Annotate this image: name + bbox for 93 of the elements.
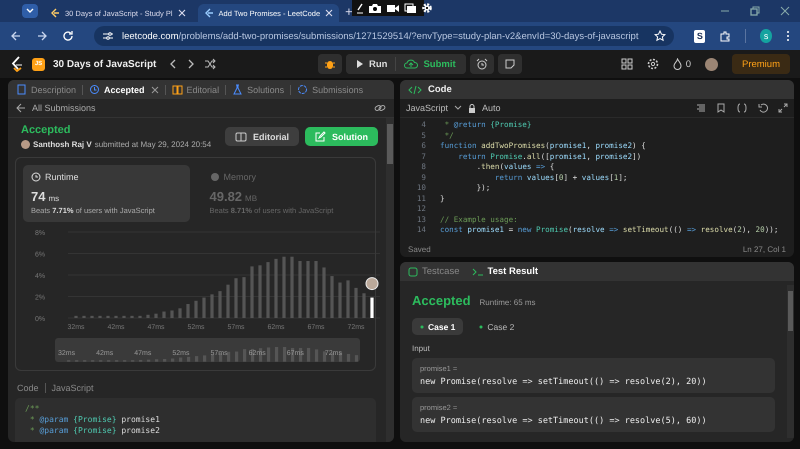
link-icon[interactable] — [374, 103, 386, 113]
pen-icon[interactable] — [356, 2, 364, 14]
language-label: JavaScript — [52, 383, 94, 393]
submission-status: Accepted — [21, 124, 72, 136]
star-icon[interactable] — [654, 30, 666, 42]
favicon-icon — [204, 8, 214, 18]
edit-icon — [315, 131, 326, 142]
dot-icon — [479, 324, 484, 328]
code-line: /** — [25, 403, 40, 414]
shuffle-icon[interactable] — [204, 58, 216, 70]
document-icon — [16, 84, 27, 95]
terminal-icon — [472, 266, 484, 276]
back-icon[interactable] — [10, 30, 22, 42]
input-value: new Promise(resolve => setTimeout(() => resolve(5), 60)) — [420, 416, 708, 426]
language-dropdown[interactable]: JavaScript — [406, 103, 448, 113]
alarm-clock-icon — [476, 58, 488, 70]
back-arrow-icon — [16, 103, 26, 113]
input-value: new Promise(resolve => setTimeout(() => resolve(2), 20)) — [420, 377, 708, 387]
tab-list-icon[interactable] — [22, 4, 38, 18]
panel-tab[interactable]: Submissions — [297, 84, 364, 95]
panel-tab[interactable]: Testcase — [408, 266, 460, 277]
extensions-icon[interactable] — [719, 30, 732, 42]
result-status: Accepted — [412, 293, 471, 308]
study-plan-title[interactable]: 30 Days of JavaScript — [53, 58, 156, 70]
address-bar[interactable]: leetcode.com/problems/add-two-promises/submissions/1271529514/?envType=study-plan-v2&envId=30-days-of-javascript — [94, 26, 674, 46]
scrollbar[interactable] — [787, 285, 794, 438]
braces-icon[interactable] — [736, 103, 748, 113]
site-settings-icon — [102, 31, 114, 41]
clock-icon — [89, 84, 100, 95]
code-line: * @param {Promise} promise1 — [28, 414, 161, 425]
premium-button[interactable]: Premium — [732, 54, 790, 74]
debug-button[interactable] — [318, 54, 342, 74]
code-line: * @param {Promise} promise2 — [28, 425, 161, 436]
close-icon[interactable] — [780, 6, 790, 16]
panel-tab[interactable]: Solutions — [232, 84, 284, 95]
streak-counter[interactable]: 0 — [672, 58, 691, 70]
history-icon — [297, 84, 308, 95]
runtime-text: Runtime: 65 ms — [480, 298, 536, 307]
input-label: Input — [412, 344, 431, 353]
lock-icon — [468, 104, 476, 112]
layout-grid-icon[interactable] — [620, 58, 633, 70]
notes-button[interactable] — [498, 54, 522, 74]
extension-button[interactable]: S — [694, 30, 706, 42]
panel-title: Code — [428, 84, 452, 95]
flask-icon — [232, 84, 244, 95]
leetcode-logo-icon[interactable] — [10, 56, 24, 72]
camera-icon[interactable] — [368, 2, 382, 14]
cursor-position: Ln 27, Col 1 — [742, 244, 786, 254]
panel-tab[interactable]: Accepted — [89, 84, 145, 95]
close-icon[interactable] — [150, 86, 159, 94]
code-heading: Code — [17, 383, 39, 393]
note-icon — [504, 58, 516, 70]
checkbox-icon — [408, 266, 418, 276]
undo-icon[interactable] — [758, 103, 768, 113]
author-name[interactable]: Santhosh Raj V — [33, 140, 92, 149]
new-tab-button[interactable]: + — [345, 4, 353, 18]
book-icon — [234, 132, 247, 142]
windows-icon[interactable] — [404, 2, 417, 14]
code-icon — [408, 84, 422, 94]
all-submissions-link[interactable]: All Submissions — [16, 103, 96, 113]
cloud-upload-icon — [404, 59, 418, 69]
mode-label: Auto — [482, 103, 501, 113]
format-icon[interactable] — [696, 103, 706, 113]
alarm-button[interactable] — [470, 54, 494, 74]
more-icon[interactable] — [786, 30, 790, 42]
author-avatar — [21, 140, 30, 149]
reload-icon[interactable] — [62, 30, 74, 42]
play-icon — [356, 59, 364, 69]
favicon-icon — [50, 8, 60, 18]
scrollbar[interactable] — [386, 118, 394, 442]
panel-tab[interactable]: Editorial — [172, 84, 220, 95]
streak-count: 0 — [686, 58, 691, 70]
user-avatar[interactable] — [704, 58, 718, 70]
chevron-down-icon — [454, 105, 462, 111]
panel-tab[interactable]: Test Result — [472, 266, 538, 277]
previous-icon[interactable] — [168, 58, 178, 70]
panel-tab[interactable]: Description — [16, 84, 76, 95]
case-tab[interactable]: Case 2 — [471, 318, 522, 335]
case-tab[interactable]: Case 1 — [412, 318, 464, 335]
next-icon[interactable] — [186, 58, 196, 70]
video-camera-icon[interactable] — [386, 3, 400, 13]
forward-icon[interactable] — [36, 30, 48, 42]
bookmark-icon[interactable] — [716, 103, 726, 113]
url-text: leetcode.com/problems/add-two-promises/submissions/1271529514/?envType=study-plan-v2&envId=30-days-of-javascript — [122, 30, 638, 42]
restore-icon[interactable] — [750, 6, 760, 16]
settings-icon[interactable] — [646, 58, 659, 70]
book-icon — [172, 84, 183, 95]
expand-icon[interactable] — [778, 103, 788, 113]
submission-time: submitted at May 29, 2024 20:54 — [94, 140, 212, 149]
bug-icon — [324, 58, 336, 70]
dot-icon — [420, 324, 424, 328]
editorial-button[interactable]: Editorial — [224, 127, 299, 146]
save-status: Saved — [408, 244, 431, 254]
